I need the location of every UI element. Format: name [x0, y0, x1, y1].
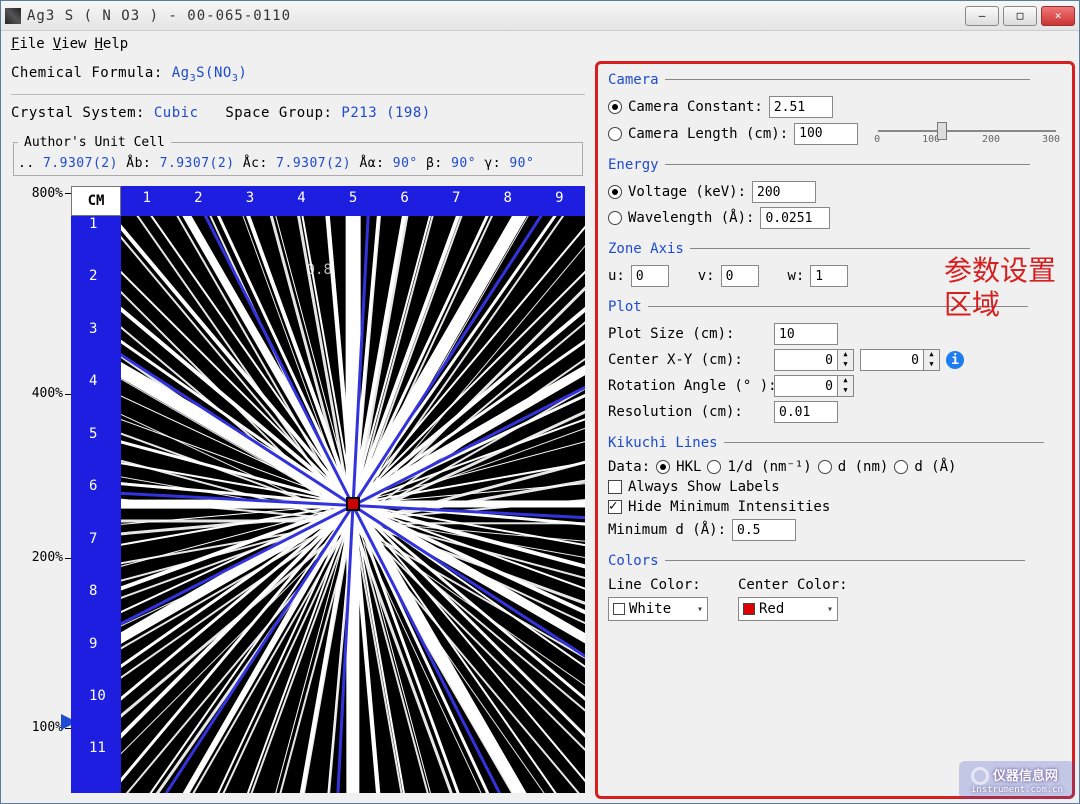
content: Chemical Formula: Ag3S(NO3) Crystal Syst…: [1, 57, 1079, 803]
app-icon: [5, 8, 21, 24]
camera-group: Camera Camera Constant: Camera Length (c…: [608, 72, 1062, 153]
plot-size-input[interactable]: [774, 323, 838, 345]
menu-help[interactable]: Help: [94, 36, 128, 52]
zone-w-input[interactable]: [810, 265, 848, 287]
pattern-center-marker: [346, 497, 360, 511]
menu-view[interactable]: View: [53, 36, 87, 52]
data-dnm-radio[interactable]: [818, 460, 832, 474]
energy-group: Energy Voltage (keV): Wavelength (Å):: [608, 157, 1062, 237]
zone-v-input[interactable]: [721, 265, 759, 287]
chevron-down-icon: ▾: [697, 604, 703, 615]
y-intensity-axis: 800% 400% 200% 100%: [11, 186, 71, 793]
camera-length-radio[interactable]: [608, 127, 622, 141]
close-button[interactable]: ✕: [1041, 6, 1075, 26]
menu-file[interactable]: File: [11, 36, 45, 52]
always-show-check[interactable]: [608, 480, 622, 494]
min-d-input[interactable]: [732, 519, 796, 541]
camera-length-slider[interactable]: 0100 200300: [864, 122, 1062, 145]
camera-length-input[interactable]: [794, 123, 858, 145]
wavelength-radio[interactable]: [608, 211, 622, 225]
rotation-input[interactable]: [774, 375, 838, 397]
line-color-combo[interactable]: White ▾: [608, 597, 708, 621]
cx-dn[interactable]: ▼: [838, 360, 853, 370]
formula-value: Ag3S(NO3): [172, 65, 248, 81]
unit-cell-group: Author's Unit Cell .. 7.9307(2) Åb: 7.93…: [13, 135, 583, 176]
center-x-input[interactable]: [774, 349, 838, 371]
maximize-button[interactable]: □: [1003, 6, 1037, 26]
cy-up[interactable]: ▲: [924, 350, 939, 360]
resolution-input[interactable]: [774, 401, 838, 423]
cx-up[interactable]: ▲: [838, 350, 853, 360]
crystal-system-value: Cubic: [154, 105, 199, 121]
plot-area: 800% 400% 200% 100% CM 123 456 789 123: [11, 186, 585, 793]
chemical-formula: Chemical Formula: Ag3S(NO3): [11, 65, 585, 84]
cy-dn[interactable]: ▼: [924, 360, 939, 370]
center-y-input[interactable]: [860, 349, 924, 371]
window-title: Ag3 S ( N O3 ) - 00-065-0110: [27, 8, 959, 24]
app-window: Ag3 S ( N O3 ) - 00-065-0110 — □ ✕ File …: [0, 0, 1080, 804]
voltage-input[interactable]: [752, 181, 816, 203]
camera-constant-radio[interactable]: [608, 100, 622, 114]
wavelength-input[interactable]: [760, 207, 830, 229]
kikuchi-group: Kikuchi Lines Data: HKL 1/d (nm⁻¹) d (nm…: [608, 435, 1062, 549]
rot-dn[interactable]: ▼: [838, 386, 853, 396]
cm-corner-label: CM: [71, 186, 121, 216]
minimize-button[interactable]: —: [965, 6, 999, 26]
kikuchi-canvas[interactable]: CM 123 456 789 123 456 789 1011 0.8: [71, 186, 585, 793]
center-color-combo[interactable]: Red ▾: [738, 597, 838, 621]
zone-u-input[interactable]: [631, 265, 669, 287]
space-group-value: P213 (198): [341, 105, 430, 121]
data-hkl-radio[interactable]: [656, 460, 670, 474]
y-ruler: 123 456 789 1011: [71, 216, 121, 793]
watermark: 仪器信息网 instrument.com.cn: [959, 761, 1075, 800]
x-ruler: 123 456 789: [121, 186, 585, 216]
colors-group: Colors Line Color: White ▾ Center Color:: [608, 553, 1062, 629]
camera-constant-input[interactable]: [769, 96, 833, 118]
rot-up[interactable]: ▲: [838, 376, 853, 386]
hide-min-check[interactable]: [608, 500, 622, 514]
data-da-radio[interactable]: [894, 460, 908, 474]
left-panel: Chemical Formula: Ag3S(NO3) Crystal Syst…: [5, 61, 591, 799]
voltage-radio[interactable]: [608, 185, 622, 199]
annotation-overlay: 参数设置 区域: [944, 254, 1056, 321]
crystal-system-line: Crystal System: Cubic Space Group: P213 …: [11, 105, 585, 121]
menubar: File View Help: [1, 31, 1079, 57]
kikuchi-pattern: 0.8: [121, 216, 585, 793]
data-invd-radio[interactable]: [707, 460, 721, 474]
unit-cell-legend: Author's Unit Cell: [18, 135, 171, 150]
info-icon[interactable]: i: [946, 351, 964, 369]
parameter-panel: 参数设置 区域 Camera Camera Constant: Camera L…: [595, 61, 1075, 799]
chevron-down-icon: ▾: [827, 604, 833, 615]
titlebar: Ag3 S ( N O3 ) - 00-065-0110 — □ ✕: [1, 1, 1079, 31]
